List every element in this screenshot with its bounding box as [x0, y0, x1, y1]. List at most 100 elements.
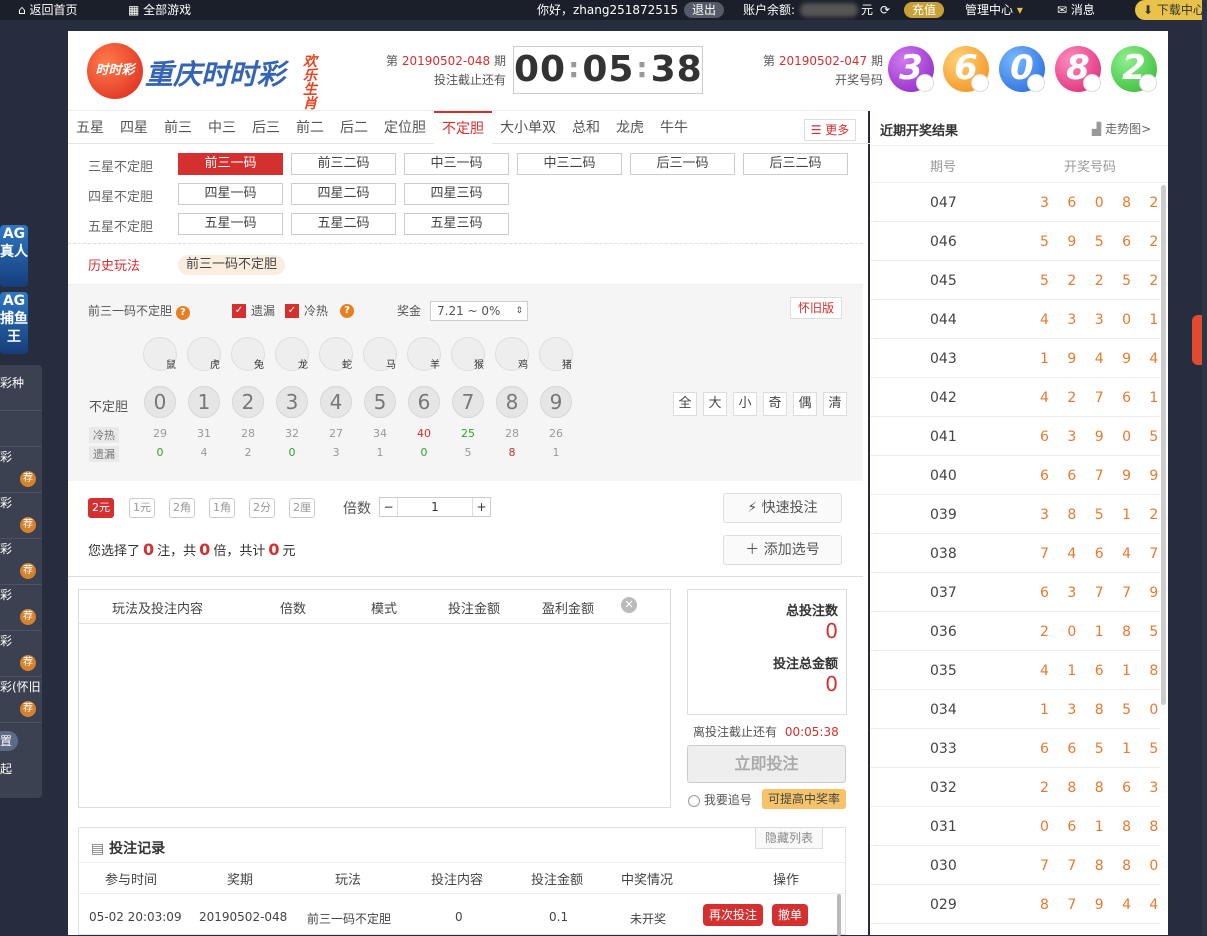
- unit-option[interactable]: 2元: [88, 498, 114, 518]
- messages-link[interactable]: ✉ 消息: [1057, 0, 1095, 20]
- quick-clear-button[interactable]: 清: [823, 392, 847, 416]
- home-link[interactable]: ⌂ 返回首页: [18, 0, 77, 20]
- number-ball[interactable]: 5: [364, 386, 396, 418]
- subplay-button[interactable]: 四星一码: [178, 183, 283, 205]
- submit-bet-button[interactable]: 立即投注: [687, 745, 846, 783]
- old-version-button[interactable]: 怀旧版: [790, 297, 842, 319]
- ag-fishing-ad[interactable]: AG 捕鱼王: [0, 292, 28, 354]
- miss-value: 3: [332, 446, 340, 459]
- tab-wuxing[interactable]: 五星: [76, 111, 104, 144]
- tab-zhongsan[interactable]: 中三: [208, 111, 236, 144]
- scrollbar[interactable]: [1161, 185, 1166, 705]
- quick-even-button[interactable]: 偶: [793, 392, 817, 416]
- menu-item[interactable]: 彩(怀旧) 荐: [0, 677, 42, 723]
- subplay-button[interactable]: 前三二码: [291, 153, 396, 175]
- hide-list-button[interactable]: 隐藏列表: [755, 827, 823, 849]
- menu-item[interactable]: 彩荐: [0, 447, 42, 493]
- result-numbers: 7 4 6 4 7: [1040, 546, 1166, 562]
- quick-small-button[interactable]: 小: [733, 392, 757, 416]
- checkbox-icon[interactable]: ✓: [285, 304, 299, 318]
- add-selection-button[interactable]: ＋ 添加选号: [723, 535, 842, 565]
- tab-qianer[interactable]: 前二: [296, 111, 324, 144]
- subplay-button[interactable]: 后三二码: [743, 153, 848, 175]
- quick-all-button[interactable]: 全: [673, 392, 697, 416]
- subplay-button[interactable]: 五星二码: [291, 213, 396, 235]
- manage-center-menu[interactable]: 管理中心 ▾: [965, 0, 1023, 20]
- subplay-button[interactable]: 四星三码: [404, 183, 509, 205]
- unit-option[interactable]: 2厘: [289, 498, 315, 518]
- cancel-order-button[interactable]: 撤单: [772, 904, 809, 926]
- more-button[interactable]: ☰ 更多: [804, 119, 856, 141]
- hot-value: 28: [505, 427, 519, 440]
- all-games-link[interactable]: ▦ 全部游戏: [128, 0, 191, 20]
- trend-link[interactable]: ▟ 走势图>: [1092, 120, 1151, 137]
- tab-niuniu[interactable]: 牛牛: [660, 111, 688, 144]
- result-numbers: 8 7 9 4 4: [1040, 897, 1166, 913]
- quick-odd-button[interactable]: 奇: [763, 392, 787, 416]
- menu-item[interactable]: 彩荐: [0, 539, 42, 585]
- tab-dingweidan[interactable]: 定位胆: [384, 111, 426, 144]
- number-ball[interactable]: 7: [452, 386, 484, 418]
- subplay-button[interactable]: 前三一码: [178, 153, 283, 175]
- number-ball[interactable]: 1: [188, 386, 220, 418]
- result-row: 044 4 3 3 0 1: [870, 300, 1160, 339]
- help-icon[interactable]: ?: [340, 304, 354, 318]
- history-play-tag[interactable]: 前三一码不定胆: [178, 255, 286, 275]
- prize-select[interactable]: 7.21 ~ 0% ⇕: [430, 301, 528, 321]
- number-ball[interactable]: 0: [144, 386, 176, 418]
- chase-option[interactable]: 我要追号: [688, 791, 752, 808]
- tab-sixing[interactable]: 四星: [120, 111, 148, 144]
- subplay-button[interactable]: 中三二码: [517, 153, 622, 175]
- menu-item[interactable]: 彩荐: [0, 493, 42, 539]
- subplay-button[interactable]: 五星三码: [404, 213, 509, 235]
- number-ball[interactable]: 6: [408, 386, 440, 418]
- tab-houer[interactable]: 后二: [340, 111, 368, 144]
- recharge-button[interactable]: 充值: [904, 2, 945, 18]
- result-numbers: 2 0 1 8 5: [1040, 624, 1166, 640]
- scrollbar[interactable]: [837, 894, 841, 936]
- menu-item[interactable]: 起: [0, 753, 42, 799]
- float-tab[interactable]: [1192, 315, 1202, 365]
- clear-all-icon[interactable]: ✕: [621, 597, 637, 613]
- number-ball[interactable]: 3: [276, 386, 308, 418]
- quick-big-button[interactable]: 大: [703, 392, 727, 416]
- help-icon[interactable]: ?: [175, 306, 190, 320]
- subplay-button[interactable]: 五星一码: [178, 213, 283, 235]
- subplay-button[interactable]: 四星二码: [291, 183, 396, 205]
- rebet-button[interactable]: 再次投注: [703, 904, 764, 926]
- plus-button[interactable]: +: [472, 498, 490, 516]
- number-ball[interactable]: 2: [232, 386, 264, 418]
- radio-icon[interactable]: [688, 794, 700, 807]
- unit-option[interactable]: 1元: [129, 498, 155, 518]
- number-ball[interactable]: 4: [320, 386, 352, 418]
- number-ball[interactable]: 8: [496, 386, 528, 418]
- checkbox-icon[interactable]: ✓: [232, 304, 246, 318]
- tab-zonghe[interactable]: 总和: [572, 111, 600, 144]
- number-ball[interactable]: 9: [540, 386, 572, 418]
- quick-bet-button[interactable]: ⚡ 快速投注: [723, 493, 842, 523]
- deadline-row: 离投注截止还有 00:05:38: [693, 725, 839, 739]
- lottery-menu: 彩种 彩荐 彩荐 彩荐 彩荐 彩荐 彩(怀旧) 荐 置 起: [0, 365, 42, 798]
- multiple-input[interactable]: 1: [398, 498, 472, 516]
- tab-budingdan[interactable]: 不定胆: [434, 111, 492, 145]
- logout-button[interactable]: 退出: [684, 2, 725, 18]
- minus-button[interactable]: −: [380, 498, 398, 516]
- unit-option[interactable]: 2角: [169, 498, 195, 518]
- result-row: 043 1 9 4 9 4: [870, 339, 1160, 378]
- tab-longhu[interactable]: 龙虎: [616, 111, 644, 144]
- menu-item[interactable]: 彩荐: [0, 585, 42, 631]
- tab-daxiao[interactable]: 大小单双: [500, 111, 556, 144]
- result-row: 037 6 3 7 7 9: [870, 573, 1160, 612]
- menu-item[interactable]: [0, 401, 42, 447]
- menu-item[interactable]: 彩荐: [0, 631, 42, 677]
- tab-qiansan[interactable]: 前三: [164, 111, 192, 144]
- subplay-button[interactable]: 后三一码: [630, 153, 735, 175]
- refresh-icon[interactable]: ⟳: [880, 0, 890, 20]
- unit-option[interactable]: 1角: [209, 498, 235, 518]
- ag-live-ad[interactable]: AG 真人: [0, 225, 28, 287]
- tab-housan[interactable]: 后三: [252, 111, 280, 144]
- unit-option[interactable]: 2分: [249, 498, 275, 518]
- download-center-button[interactable]: ⬇ 下载中心: [1135, 0, 1207, 20]
- subplay-button[interactable]: 中三一码: [404, 153, 509, 175]
- miss-label: 遗漏: [89, 446, 119, 462]
